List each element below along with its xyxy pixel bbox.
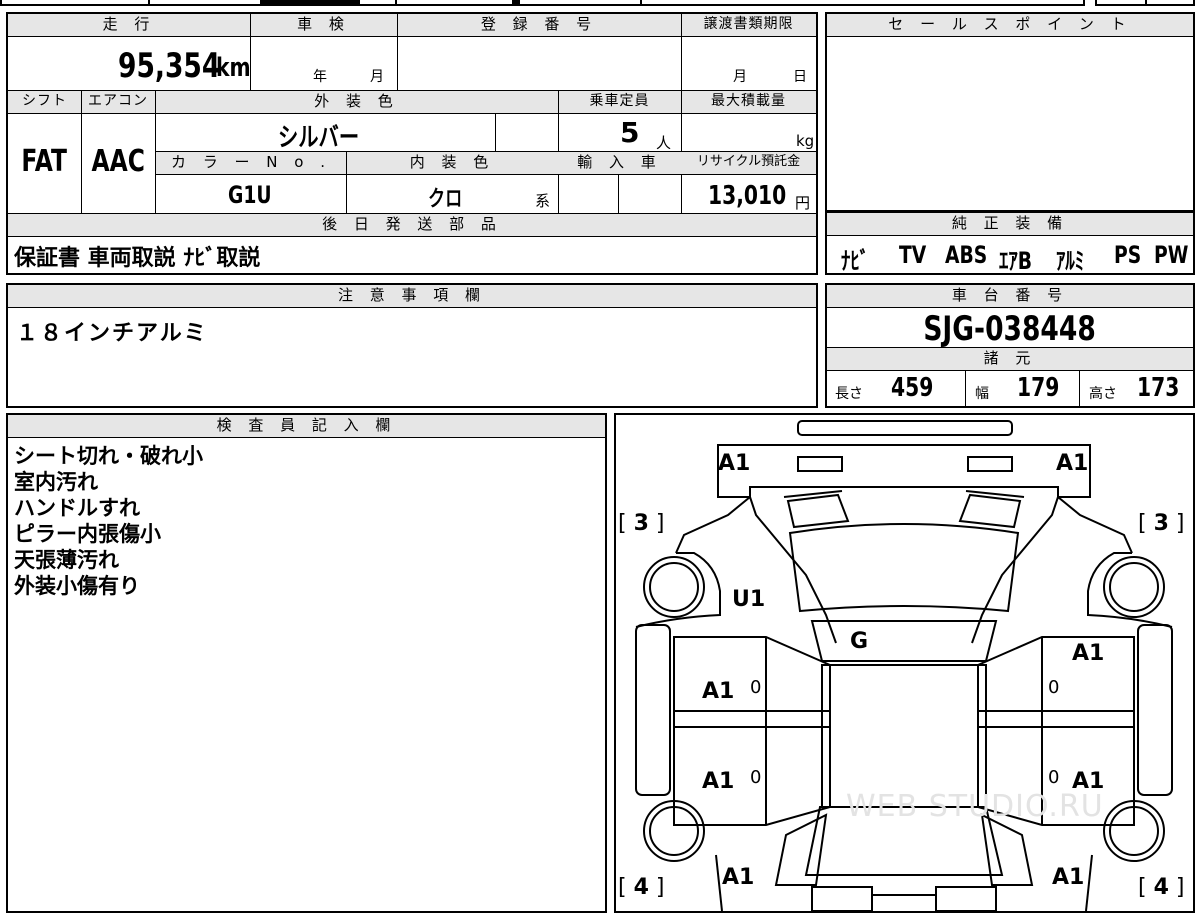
ac-header: エアコン — [81, 91, 155, 113]
left-front-door-damage: A1 — [702, 679, 735, 704]
bracket-right-top: [ 3 ] — [1138, 511, 1185, 536]
equipment-item: ｱﾙﾐ — [1056, 247, 1085, 275]
inspector-notes: シート切れ・破れ小 室内汚れ ハンドルすれ ピラー内張傷小 天張薄汚れ 外装小傷… — [14, 443, 203, 599]
shaken-month: 月 — [370, 69, 384, 85]
equipment-item: PS — [1114, 241, 1142, 269]
equipment-item: ﾅﾋﾞ — [841, 247, 870, 275]
inspector-line: 外装小傷有り — [14, 574, 140, 598]
top-cutoff-strip — [0, 0, 1200, 8]
bracket-left-top: [ 3 ] — [618, 511, 665, 536]
inspector-line: 室内汚れ — [14, 470, 98, 494]
rear-right-damage: A1 — [1052, 865, 1085, 890]
door-mark: 0 — [750, 677, 762, 698]
equipment-box: 純 正 装 備 ﾅﾋﾞ TV ABS ｴｱB ｱﾙﾐ PS PW — [825, 211, 1195, 275]
inspector-line: ハンドルすれ — [14, 496, 140, 520]
chassis-header: 車 台 番 号 — [827, 285, 1193, 307]
ext-color-value: シルバー — [278, 123, 360, 153]
ext-color-header: 外 装 色 — [155, 91, 558, 113]
chassis-number: SJG-038448 — [923, 309, 1097, 349]
mileage-header: 走 行 — [8, 14, 250, 36]
front-right-damage: A1 — [1056, 451, 1089, 476]
import-header: 輸 入 車 — [558, 152, 681, 174]
transfer-deadline-header: 譲渡書類期限 — [681, 14, 816, 36]
height-value: 173 — [1137, 373, 1180, 403]
sales-point-box: セ ー ル ス ポ イ ン ト — [825, 12, 1195, 212]
spec-header: 諸 元 — [827, 348, 1193, 370]
registration-header: 登 録 番 号 — [397, 14, 681, 36]
width-label: 幅 — [975, 386, 989, 402]
shaken-year: 年 — [313, 69, 327, 85]
transfer-day: 日 — [793, 69, 807, 85]
door-mark: 0 — [1048, 677, 1060, 698]
equipment-item: ABS — [945, 241, 988, 269]
pillar-damage: U1 — [732, 587, 766, 612]
capacity-header: 乗車定員 — [558, 91, 681, 113]
maxload-header: 最大積載量 — [681, 91, 816, 113]
capacity-unit: 人 — [656, 134, 672, 152]
shift-header: シフト — [8, 91, 81, 113]
length-value: 459 — [891, 373, 934, 403]
int-color-value: クロ — [428, 187, 463, 212]
vehicle-diagram-box: A1 A1 [ 3 ] [ 3 ] [ 4 ] [ 4 ] U1 G A1 A1… — [614, 413, 1195, 913]
length-label: 長さ — [835, 386, 863, 402]
door-mark: 0 — [1048, 767, 1060, 788]
right-front-door-damage: A1 — [1072, 641, 1105, 666]
door-mark: 0 — [750, 767, 762, 788]
inspector-line: シート切れ・破れ小 — [14, 444, 203, 468]
shift-value: FAT — [21, 144, 68, 179]
inspector-line: 天張薄汚れ — [14, 548, 119, 572]
chassis-box: 車 台 番 号 SJG-038448 諸 元 長さ 459 幅 179 高さ 1… — [825, 283, 1195, 408]
later-parts-value: 保証書 車両取説 ﾅﾋﾞ取説 — [14, 246, 261, 271]
int-color-header: 内 装 色 — [346, 152, 558, 174]
capacity-value: 5 — [620, 116, 640, 149]
rear-left-damage: A1 — [722, 865, 755, 890]
equipment-header: 純 正 装 備 — [827, 213, 1193, 235]
later-parts-header: 後 日 発 送 部 品 — [8, 214, 816, 236]
recycle-header: リサイクル預託金 — [681, 152, 816, 174]
roof-damage: G — [850, 629, 869, 654]
equipment-item: ｴｱB — [999, 247, 1032, 275]
color-no-value: G1U — [228, 181, 272, 209]
notes-value: １８インチアルミ — [16, 321, 208, 346]
inspector-box: 検 査 員 記 入 欄 シート切れ・破れ小 室内汚れ ハンドルすれ ピラー内張傷… — [6, 413, 607, 913]
notes-box: 注 意 事 項 欄 １８インチアルミ — [6, 283, 818, 408]
recycle-unit: 円 — [795, 194, 811, 212]
bracket-right-bottom: [ 4 ] — [1138, 875, 1185, 900]
bracket-left-bottom: [ 4 ] — [618, 875, 665, 900]
car-diagram — [635, 420, 1173, 911]
int-color-suffix: 系 — [535, 192, 551, 210]
mileage-unit: km — [216, 53, 251, 83]
color-no-header: カ ラ ー N o . — [156, 152, 346, 174]
shaken-header: 車 検 — [250, 14, 397, 36]
transfer-month: 月 — [733, 69, 747, 85]
inspector-line: ピラー内張傷小 — [14, 522, 161, 546]
front-left-damage: A1 — [718, 451, 751, 476]
equipment-item: TV — [899, 241, 927, 269]
sales-point-header: セ ー ル ス ポ イ ン ト — [827, 14, 1193, 36]
inspector-header: 検 査 員 記 入 欄 — [8, 415, 605, 437]
maxload-unit: kg — [796, 132, 815, 150]
notes-header: 注 意 事 項 欄 — [8, 285, 816, 307]
recycle-value: 13,010 — [708, 181, 787, 211]
equipment-list: ﾅﾋﾞ TV ABS ｴｱB ｱﾙﾐ PS PW — [827, 237, 1193, 275]
left-rear-door-damage: A1 — [702, 769, 735, 794]
watermark: WEB STUDIO.RU — [846, 789, 1104, 824]
vehicle-info-table: 走 行 車 検 登 録 番 号 譲渡書類期限 95,354 km 年 月 月 日… — [6, 12, 818, 275]
equipment-item: PW — [1154, 241, 1189, 269]
height-label: 高さ — [1089, 386, 1117, 402]
width-value: 179 — [1017, 373, 1060, 403]
ac-value: AAC — [91, 144, 145, 179]
